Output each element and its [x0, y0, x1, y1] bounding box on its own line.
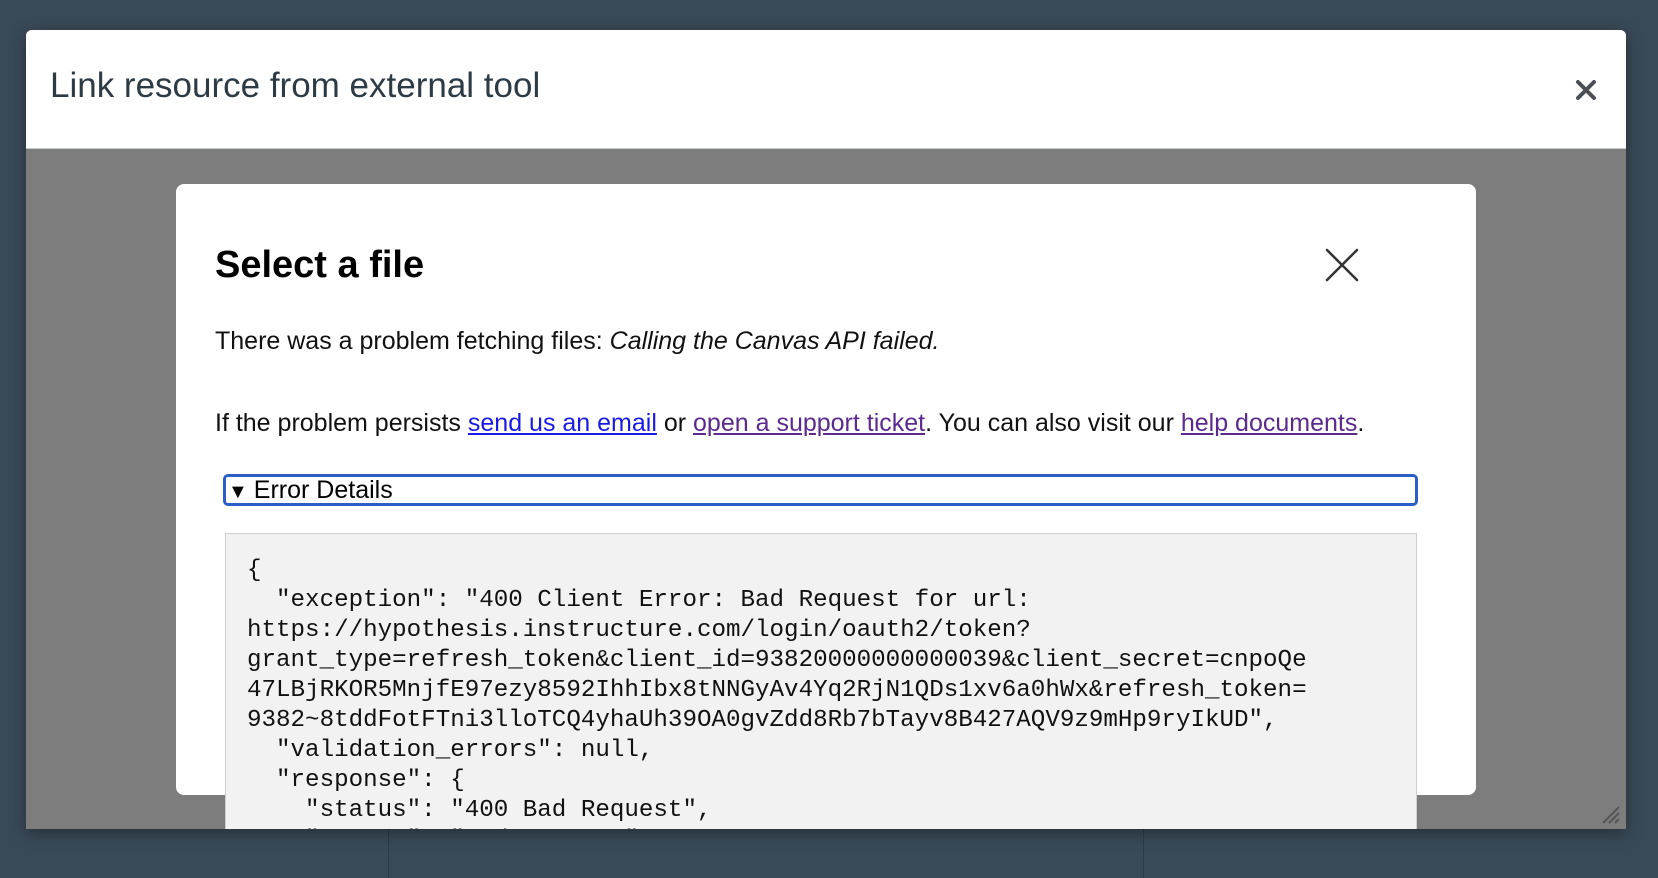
select-file-modal: Select a file There was a problem fetchi… — [176, 184, 1476, 829]
dialog-body-overlay: Select a file There was a problem fetchi… — [26, 149, 1626, 829]
page-background-strip — [0, 829, 1658, 878]
help-documents-link[interactable]: help documents — [1181, 409, 1358, 437]
help-or: or — [656, 409, 694, 437]
error-message: There was a problem fetching files: Call… — [215, 327, 939, 356]
dialog-header: Link resource from external tool — [26, 30, 1626, 149]
background-divider — [388, 829, 389, 878]
external-tool-dialog: Link resource from external tool Select … — [26, 30, 1626, 829]
error-details-code: { "exception": "400 Client Error: Bad Re… — [225, 533, 1417, 829]
support-ticket-link[interactable]: open a support ticket — [693, 409, 925, 437]
dialog-close-button[interactable] — [1566, 70, 1606, 110]
help-prefix: If the problem persists — [215, 409, 468, 437]
disclosure-triangle-icon: ▼ — [228, 481, 248, 503]
background-divider — [1143, 829, 1144, 878]
error-detail-text: Calling the Canvas API failed. — [609, 327, 940, 355]
help-middle: . You can also visit our — [925, 409, 1181, 437]
error-prefix: There was a problem fetching files: — [215, 327, 610, 355]
resize-grip-icon[interactable] — [1599, 803, 1621, 825]
modal-close-button[interactable] — [1321, 244, 1363, 286]
error-details-label: Error Details — [253, 476, 393, 504]
send-email-link[interactable]: send us an email — [468, 409, 657, 437]
close-icon — [1576, 80, 1596, 100]
error-details-toggle[interactable]: ▼ Error Details — [223, 474, 1418, 506]
help-suffix: . — [1357, 409, 1365, 437]
close-x-icon — [1325, 248, 1359, 282]
modal-title: Select a file — [215, 244, 425, 286]
help-message: If the problem persists send us an email… — [215, 409, 1364, 438]
dialog-title: Link resource from external tool — [50, 66, 541, 105]
